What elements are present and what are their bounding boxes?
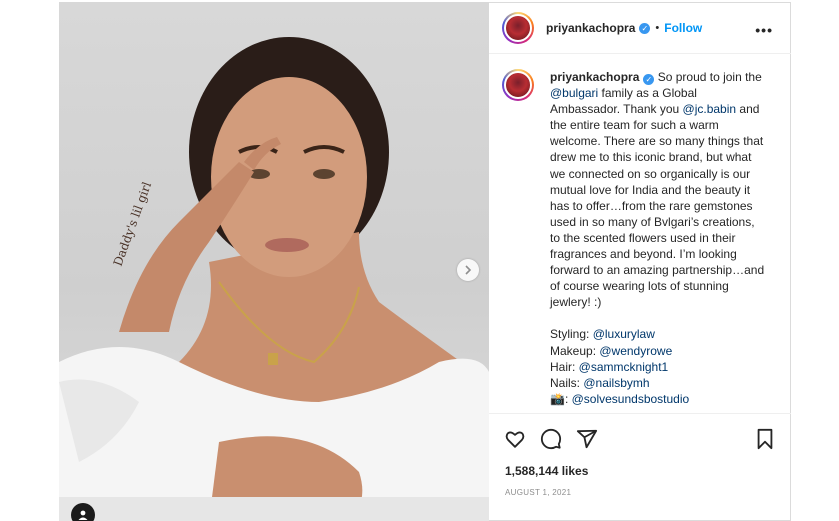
save-button[interactable] xyxy=(753,427,777,451)
comment-button[interactable] xyxy=(539,427,563,451)
heart-icon xyxy=(505,431,525,448)
credit-handle[interactable]: @solvesundsbostudio xyxy=(572,392,690,406)
credit-handle[interactable]: @sammcknight1 xyxy=(579,360,669,374)
credit-line: Hair: @sammcknight1 xyxy=(550,359,765,375)
separator-dot: • xyxy=(655,22,660,34)
verified-badge-icon: ✓ xyxy=(639,22,651,34)
tagged-users-button[interactable] xyxy=(71,503,95,521)
comment-icon xyxy=(540,428,562,450)
avatar[interactable] xyxy=(502,12,534,44)
credit-handle[interactable]: @nailsbymh xyxy=(583,376,649,390)
caption-username[interactable]: priyankachopra xyxy=(550,70,639,84)
next-photo-button[interactable] xyxy=(457,259,479,281)
caption-text: priyankachopra ✓ So proud to join the @bu… xyxy=(550,69,765,407)
credits-list: Styling: @luxurylaw Makeup: @wendyrowe H… xyxy=(550,326,765,406)
likes-count[interactable]: 1,588,144 likes xyxy=(505,464,588,478)
credit-line: Styling: @luxurylaw xyxy=(550,326,765,342)
share-button[interactable] xyxy=(575,427,599,451)
post-side-panel: priyankachopra ✓ • Follow ••• priyankach… xyxy=(489,2,791,521)
post-date[interactable]: AUGUST 1, 2021 xyxy=(505,488,571,497)
instagram-post-page: Daddy's lil girl priyankachopra ✓ • Foll… xyxy=(0,0,839,521)
action-icons xyxy=(503,427,599,451)
credit-line: Makeup: @wendyrowe xyxy=(550,343,765,359)
share-icon xyxy=(576,429,598,449)
credit-label: Styling: xyxy=(550,327,593,342)
caption-text-part: So proud to join the xyxy=(654,70,762,84)
username-link[interactable]: priyankachopra xyxy=(546,21,635,35)
credit-label: Nails: xyxy=(550,375,584,390)
portrait-image: Daddy's lil girl xyxy=(59,37,489,521)
caption-avatar[interactable] xyxy=(502,69,534,101)
more-options-icon[interactable]: ••• xyxy=(755,22,773,38)
bookmark-icon xyxy=(757,428,773,450)
caption-text-part: and the entire team for such a warm welc… xyxy=(550,102,765,310)
credit-label: Makeup: xyxy=(550,343,600,358)
credit-line: 📸: @solvesundsbostudio xyxy=(550,391,765,407)
mention-jc-babin[interactable]: @jc.babin xyxy=(683,102,737,116)
follow-button[interactable]: Follow xyxy=(664,21,702,35)
chevron-right-icon xyxy=(465,265,472,275)
credit-handle[interactable]: @luxurylaw xyxy=(593,327,655,341)
credit-label: Hair: xyxy=(550,359,579,374)
credit-label: 📸: xyxy=(550,391,572,406)
caption-verified-badge-icon: ✓ xyxy=(643,74,655,85)
like-button[interactable] xyxy=(503,427,527,451)
credit-line: Nails: @nailsbymh xyxy=(550,375,765,391)
caption-section: priyankachopra ✓ So proud to join the @bu… xyxy=(489,55,791,413)
actions-section: 1,588,144 likes AUGUST 1, 2021 xyxy=(489,413,791,521)
post-photo[interactable]: Daddy's lil girl xyxy=(59,2,489,521)
svg-text:Daddy's lil girl: Daddy's lil girl xyxy=(111,180,155,268)
credit-handle[interactable]: @wendyrowe xyxy=(599,344,672,358)
mention-bulgari[interactable]: @bulgari xyxy=(550,86,598,100)
user-tag-icon xyxy=(78,510,88,520)
post-header: priyankachopra ✓ • Follow ••• xyxy=(489,3,791,54)
